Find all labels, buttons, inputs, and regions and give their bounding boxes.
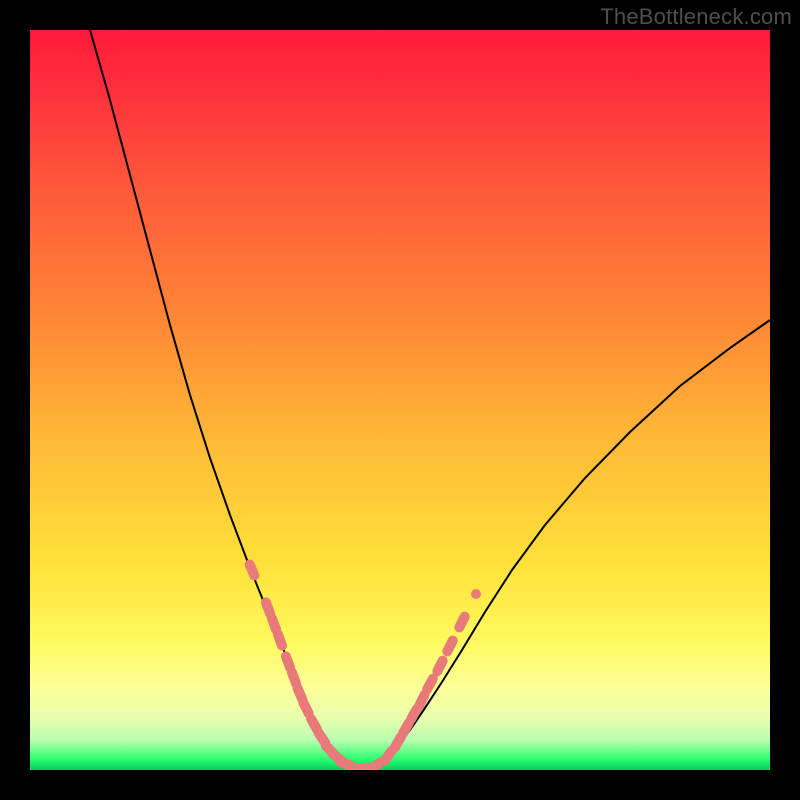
chart-svg	[30, 30, 770, 770]
plot-area	[30, 30, 770, 770]
marker-bead	[385, 751, 392, 761]
marker-bead	[272, 618, 276, 629]
chart-frame: TheBottleneck.com	[0, 0, 800, 800]
marker-bead	[427, 679, 433, 689]
marker-bead	[292, 672, 296, 683]
marker-bead	[459, 617, 464, 628]
marker-bead	[371, 762, 380, 770]
marker-bead	[278, 634, 282, 645]
marker-bead	[447, 641, 452, 652]
marker-bead	[311, 719, 317, 729]
marker-bead	[395, 737, 401, 747]
watermark-text: TheBottleneck.com	[600, 4, 792, 30]
highlighted-markers	[250, 564, 476, 770]
marker-bead	[411, 709, 417, 719]
curve-left-branch	[90, 30, 342, 762]
marker-bead	[303, 703, 308, 714]
marker-bead	[419, 695, 424, 706]
marker-bead	[266, 602, 270, 613]
curve-right-branch	[382, 320, 770, 762]
marker-bead	[286, 656, 290, 667]
marker-bead	[437, 661, 442, 672]
marker-bead	[403, 723, 409, 733]
marker-bead	[250, 564, 255, 575]
marker-bead	[298, 688, 303, 699]
